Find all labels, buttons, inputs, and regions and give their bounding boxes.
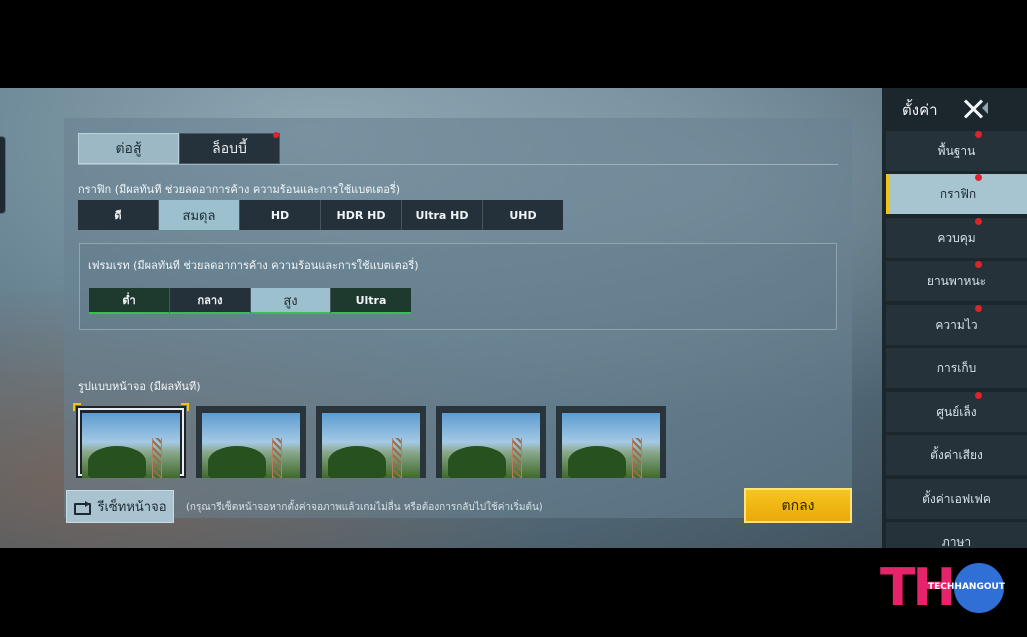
- graphics-option-hdr-hd[interactable]: HDR HD: [321, 200, 402, 230]
- notification-dot-icon: [975, 174, 982, 181]
- graphics-option-balanced[interactable]: สมดุล: [159, 200, 240, 230]
- sidebar-item-controls[interactable]: ควบคุม: [886, 218, 1027, 258]
- screen-style-thumbnail[interactable]: [196, 406, 306, 478]
- sidebar-item-crosshair[interactable]: ศูนย์เล็ง: [886, 392, 1027, 432]
- reset-hint-text: (กรุณารีเซ็ตหน้าจอหากตั้งค่าจอภาพแล้วเกม…: [186, 502, 543, 513]
- selection-corner-icon: [73, 403, 81, 411]
- sidebar-item-label: ความไว: [935, 317, 978, 332]
- selection-corner-icon: [181, 403, 189, 411]
- graphics-label: กราฟิก (มีผลทันที ช่วยลดอาการค้าง ความร้…: [78, 183, 401, 196]
- letterbox-top: [0, 0, 1027, 88]
- settings-sidebar: ตั้งค่า พื้นฐาน กราฟิก ควบคุม ยานพาหนะ ค…: [882, 88, 1027, 548]
- notification-dot-icon: [273, 132, 279, 138]
- screen-style-thumbnail[interactable]: [316, 406, 426, 478]
- sidebar-item-label: ยานพาหนะ: [926, 273, 987, 288]
- sidebar-item-basic[interactable]: พื้นฐาน: [886, 131, 1027, 171]
- sidebar-item-sensitivity[interactable]: ความไว: [886, 305, 1027, 345]
- preview-image: [442, 413, 540, 478]
- screen-style-list: [73, 403, 666, 478]
- notification-dot-icon: [975, 392, 982, 399]
- ok-button[interactable]: ตกลง: [744, 488, 852, 523]
- mode-tabs: ต่อสู้ ล็อบบี้: [78, 132, 280, 164]
- tab-label: ล็อบบี้: [212, 140, 247, 157]
- sidebar-item-label: การเก็บ: [936, 360, 977, 375]
- notification-dot-icon: [975, 218, 982, 225]
- sidebar-item-pickup[interactable]: การเก็บ: [886, 348, 1027, 388]
- tab-label: ต่อสู้: [115, 140, 142, 157]
- screen-style-thumbnail[interactable]: [73, 403, 189, 478]
- sidebar-title: ตั้งค่า: [902, 101, 938, 119]
- collapse-arrow-icon: [982, 102, 988, 114]
- graphics-option-hd[interactable]: HD: [240, 200, 321, 230]
- left-edge-handle[interactable]: [0, 136, 6, 214]
- sidebar-item-vehicle[interactable]: ยานพาหนะ: [886, 261, 1027, 301]
- framerate-option-medium[interactable]: กลาง: [170, 288, 251, 314]
- sidebar-item-graphics[interactable]: กราฟิก: [886, 174, 1027, 214]
- notification-dot-icon: [975, 261, 982, 268]
- reset-screen-label: รีเซ็ทหน้าจอ: [97, 500, 167, 515]
- tab-combat[interactable]: ต่อสู้: [78, 133, 179, 164]
- framerate-option-ultra[interactable]: Ultra: [331, 288, 411, 314]
- sidebar-item-label: ภาษา: [941, 534, 972, 549]
- techhangout-logo: TH TECHHANGOUT: [880, 562, 1005, 614]
- framerate-option-high[interactable]: สูง: [251, 288, 331, 314]
- ok-label: ตกลง: [781, 497, 815, 514]
- sidebar-item-label: กราฟิก: [939, 186, 977, 201]
- screen-style-thumbnail[interactable]: [556, 406, 666, 478]
- graphics-option-uhd[interactable]: UHD: [483, 200, 563, 230]
- reset-screen-button[interactable]: รีเซ็ทหน้าจอ: [66, 490, 174, 523]
- graphics-option-smooth[interactable]: ดี: [78, 200, 159, 230]
- framerate-option-low[interactable]: ต่ำ: [89, 288, 170, 314]
- framerate-label: เฟรมเรท (มีผลทันที ช่วยลดอาการค้าง ความร…: [88, 259, 419, 272]
- preview-image: [322, 413, 420, 478]
- letterbox-bottom: [0, 548, 1027, 637]
- sidebar-item-label: พื้นฐาน: [937, 143, 976, 158]
- framerate-selector: ต่ำ กลาง สูง Ultra: [89, 288, 411, 314]
- sidebar-item-label: ตั้งค่าเสียง: [930, 447, 983, 462]
- preview-image: [202, 413, 300, 478]
- sidebar-item-label: ศูนย์เล็ง: [936, 404, 977, 419]
- screen-style-label: รูปแบบหน้าจอ (มีผลทันที): [78, 380, 201, 393]
- tab-divider: [78, 164, 838, 165]
- graphics-option-ultra-hd[interactable]: Ultra HD: [402, 200, 483, 230]
- preview-image: [562, 413, 660, 478]
- notification-dot-icon: [975, 131, 982, 138]
- sidebar-item-effects[interactable]: ตั้งค่าเอฟเฟค: [886, 479, 1027, 519]
- reset-icon: [73, 500, 91, 515]
- graphics-quality-selector: ดี สมดุล HD HDR HD Ultra HD UHD: [78, 200, 563, 230]
- sidebar-item-label: ตั้งค่าเอฟเฟค: [922, 491, 991, 506]
- notification-dot-icon: [975, 305, 982, 312]
- logo-text: TECHHANGOUT: [928, 582, 1005, 592]
- sidebar-item-audio[interactable]: ตั้งค่าเสียง: [886, 435, 1027, 475]
- game-settings-screen: ต่อสู้ ล็อบบี้ กราฟิก (มีผลทันที ช่วยลดอ…: [0, 88, 1027, 548]
- graphics-panel: ต่อสู้ ล็อบบี้ กราฟิก (มีผลทันที ช่วยลดอ…: [64, 118, 852, 518]
- sidebar-item-language[interactable]: ภาษา: [886, 522, 1027, 548]
- screen-style-thumbnail[interactable]: [436, 406, 546, 478]
- tab-lobby[interactable]: ล็อบบี้: [179, 132, 280, 164]
- preview-image: [82, 413, 180, 478]
- sidebar-item-label: ควบคุม: [937, 230, 976, 245]
